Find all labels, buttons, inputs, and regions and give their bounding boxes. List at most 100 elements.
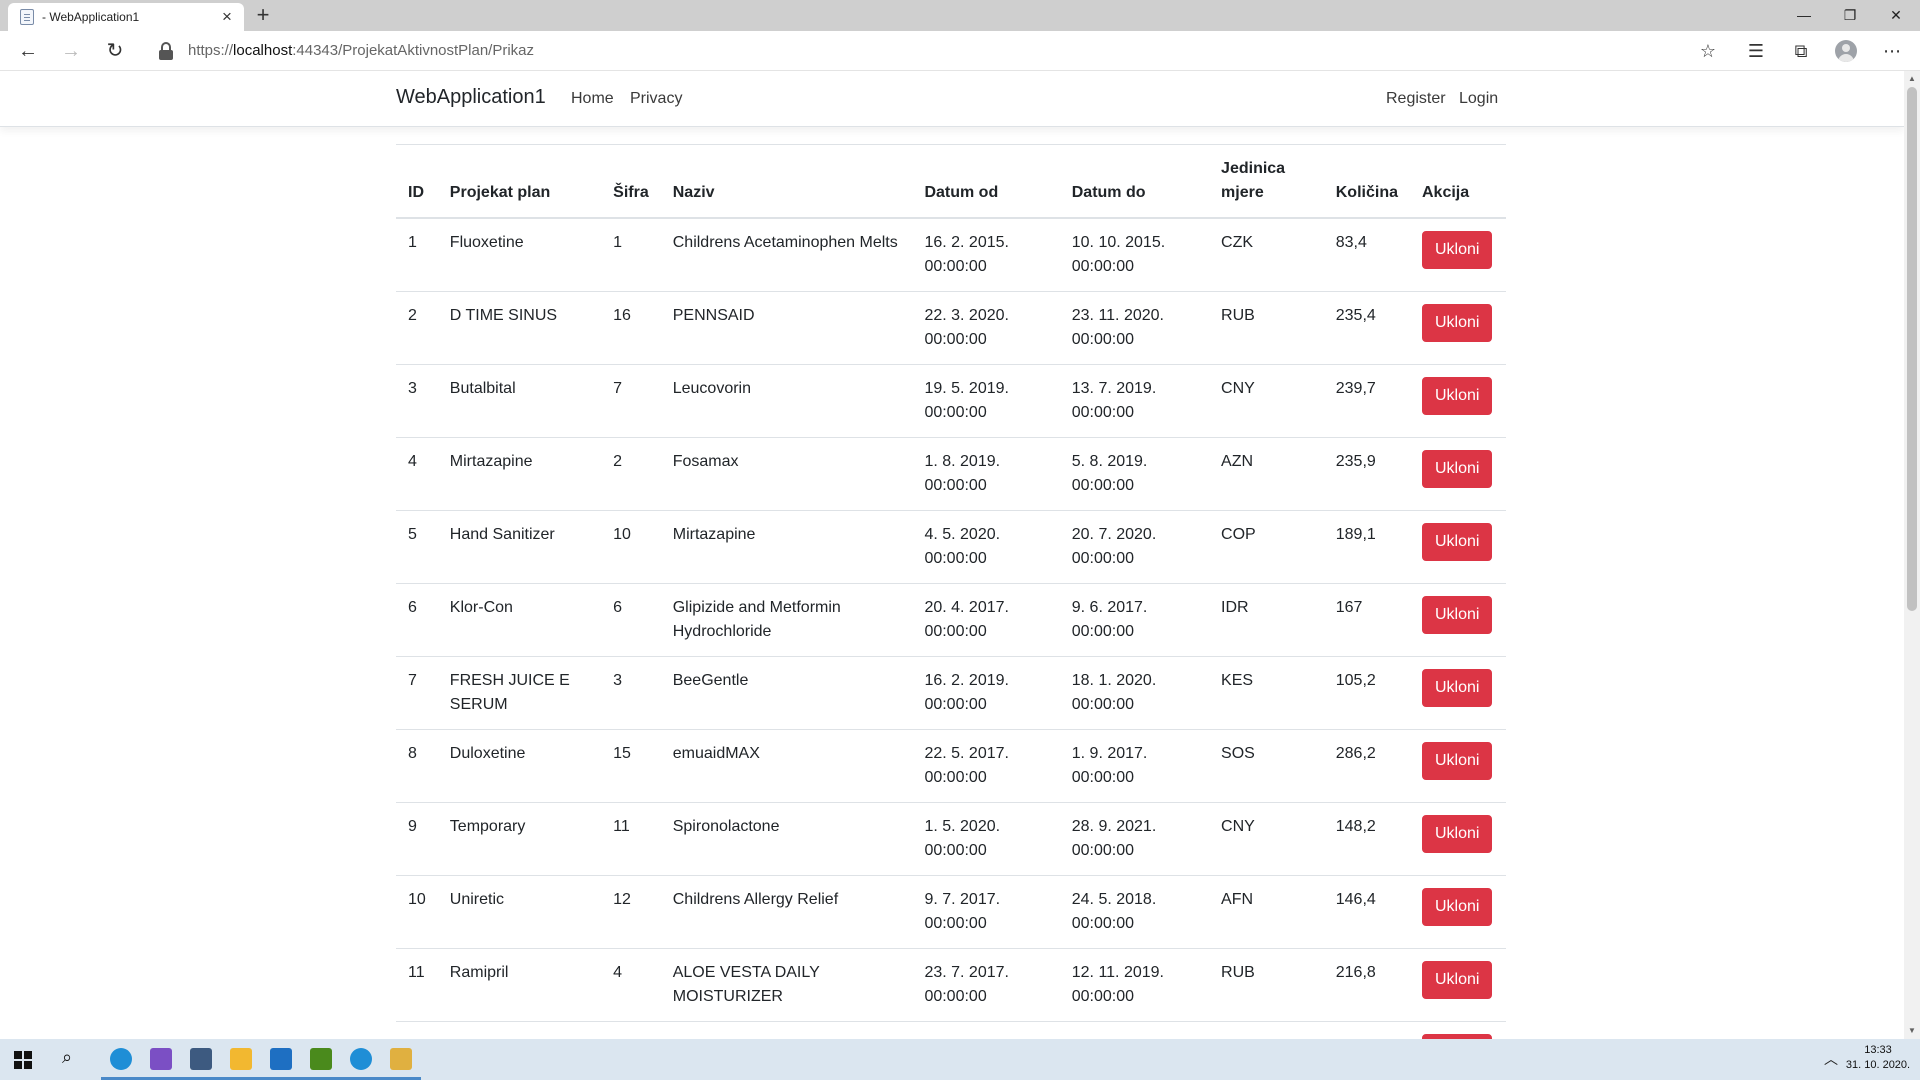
cell-naziv: Mirtazapine <box>660 510 913 584</box>
ukloni-button[interactable]: Ukloni <box>1421 742 1493 780</box>
back-button[interactable]: ← <box>13 37 43 65</box>
ukloni-button[interactable]: Ukloni <box>1421 596 1493 634</box>
cell-datum-do: 1. 9. 2017. 00:00:00 <box>1059 729 1210 803</box>
refresh-button[interactable]: ↻ <box>100 37 130 65</box>
scroll-up-arrow-icon[interactable]: ▲ <box>1904 71 1920 87</box>
table-header-row: ID Projekat plan Šifra Naziv Datum od Da… <box>396 144 1506 219</box>
cell-projekat-plan: Butalbital <box>437 364 602 438</box>
ukloni-button[interactable]: Ukloni <box>1421 523 1493 561</box>
cell-naziv <box>660 1021 913 1039</box>
table-row: Ukloni <box>396 1021 1506 1039</box>
cell-sifra: 16 <box>601 291 661 365</box>
cell-kolicina: 83,4 <box>1323 217 1410 292</box>
tray-chevron-up-icon[interactable]: ︿ <box>1824 1049 1838 1069</box>
cell-id: 6 <box>396 583 438 657</box>
cell-jedinica-mjere: KES <box>1209 656 1324 730</box>
header-sifra: Šifra <box>601 144 661 219</box>
clock-date: 31. 10. 2020. <box>1845 1059 1911 1071</box>
nav-privacy[interactable]: Privacy <box>630 90 682 108</box>
ukloni-button[interactable]: Ukloni <box>1421 450 1493 488</box>
browser-tab-strip: - WebApplication1 × + — ❐ ✕ <box>0 0 1920 31</box>
header-akcija: Akcija <box>1409 144 1506 219</box>
windows-taskbar: ⌕ ︿ 13:33 31. 10. 2020. <box>0 1039 1920 1080</box>
site-brand[interactable]: WebApplication1 <box>396 86 546 109</box>
ukloni-button[interactable]: Ukloni <box>1421 669 1493 707</box>
table-row: 4 Mirtazapine 2 Fosamax 1. 8. 2019. 00:00:00… <box>396 437 1506 511</box>
minimize-button[interactable]: — <box>1781 0 1827 31</box>
cell-jedinica-mjere: CNY <box>1209 364 1324 438</box>
cell-id: 2 <box>396 291 438 365</box>
photos-icon <box>270 1048 292 1070</box>
start-button[interactable] <box>0 1039 48 1080</box>
cell-kolicina: 105,2 <box>1323 656 1410 730</box>
cell-sifra: 7 <box>601 364 661 438</box>
header-datum-do: Datum do <box>1059 144 1210 219</box>
ukloni-button[interactable]: Ukloni <box>1421 961 1493 999</box>
ukloni-button[interactable]: Ukloni <box>1421 888 1493 926</box>
cell-kolicina: 239,7 <box>1323 364 1410 438</box>
page-scrollbar[interactable]: ▲ ▼ <box>1904 71 1920 1039</box>
ukloni-button[interactable]: Ukloni <box>1421 304 1493 342</box>
cell-datum-od: 1. 8. 2019. 00:00:00 <box>912 437 1060 511</box>
site-navbar: WebApplication1 Home Privacy Register Lo… <box>0 71 1904 127</box>
cell-kolicina: 235,9 <box>1323 437 1410 511</box>
scroll-thumb[interactable] <box>1907 87 1917 611</box>
cell-id: 3 <box>396 364 438 438</box>
forward-button[interactable]: → <box>56 37 86 65</box>
favorite-star-icon[interactable]: ☆ <box>1693 37 1723 65</box>
nav-register[interactable]: Register <box>1386 90 1446 108</box>
url-field[interactable]: https://localhost:44343/ProjekatAktivnos… <box>188 42 534 59</box>
cell-jedinica-mjere: IDR <box>1209 583 1324 657</box>
scroll-down-arrow-icon[interactable]: ▼ <box>1904 1023 1920 1039</box>
header-datum-od: Datum od <box>912 144 1060 219</box>
header-kolicina: Količina <box>1323 144 1410 219</box>
new-tab-button[interactable]: + <box>250 3 276 29</box>
cell-akcija: Ukloni <box>1409 656 1506 730</box>
lock-icon[interactable] <box>157 42 175 60</box>
browser-tab-active[interactable]: - WebApplication1 × <box>8 3 244 31</box>
cell-akcija: Ukloni <box>1409 437 1506 511</box>
cell-datum-do: 10. 10. 2015. 00:00:00 <box>1059 217 1210 292</box>
cell-jedinica-mjere: SOS <box>1209 729 1324 803</box>
cell-projekat-plan: Duloxetine <box>437 729 602 803</box>
nav-login[interactable]: Login <box>1459 90 1498 108</box>
nav-home[interactable]: Home <box>571 90 614 108</box>
search-button[interactable]: ⌕ <box>48 1039 96 1080</box>
cell-sifra <box>601 1021 661 1039</box>
favorites-icon[interactable]: ☰ <box>1741 37 1771 65</box>
ukloni-button[interactable]: Ukloni <box>1421 231 1493 269</box>
cell-akcija: Ukloni <box>1409 510 1506 584</box>
tab-close-icon[interactable]: × <box>218 8 236 26</box>
url-host: localhost <box>233 42 293 59</box>
taskbar-app-button[interactable] <box>377 1039 425 1080</box>
cell-sifra: 4 <box>601 948 661 1022</box>
cell-kolicina: 235,4 <box>1323 291 1410 365</box>
close-window-button[interactable]: ✕ <box>1873 0 1919 31</box>
cell-jedinica-mjere: AFN <box>1209 875 1324 949</box>
cell-datum-od: 16. 2. 2019. 00:00:00 <box>912 656 1060 730</box>
page-viewport: WebApplication1 Home Privacy Register Lo… <box>0 71 1904 1039</box>
cell-kolicina: 146,4 <box>1323 875 1410 949</box>
edge-icon <box>110 1048 132 1070</box>
paint-icon <box>390 1048 412 1070</box>
header-id: ID <box>396 144 438 219</box>
sql-server-management-icon <box>190 1048 212 1070</box>
cell-naziv: BeeGentle <box>660 656 913 730</box>
cell-naziv: Leucovorin <box>660 364 913 438</box>
cell-kolicina: 148,2 <box>1323 802 1410 876</box>
cell-id: 7 <box>396 656 438 730</box>
cell-projekat-plan: FRESH JUICE E SERUM <box>437 656 602 730</box>
table-row: 9 Temporary 11 Spironolactone 1. 5. 2020. 00… <box>396 802 1506 876</box>
clock-time: 13:33 <box>1864 1044 1892 1056</box>
ukloni-button[interactable]: Ukloni <box>1421 815 1493 853</box>
profile-avatar[interactable] <box>1835 40 1857 62</box>
cell-naziv: ALOE VESTA DAILY MOISTURIZER <box>660 948 913 1022</box>
ukloni-button[interactable]: Ukloni <box>1421 377 1493 415</box>
cell-sifra: 15 <box>601 729 661 803</box>
table-row: 5 Hand Sanitizer 10 Mirtazapine 4. 5. 2020. … <box>396 510 1506 584</box>
system-clock[interactable]: 13:33 31. 10. 2020. <box>1840 1043 1916 1073</box>
collections-icon[interactable]: ⧉ <box>1786 37 1816 65</box>
more-menu-icon[interactable]: ⋯ <box>1877 37 1907 65</box>
cell-sifra: 1 <box>601 217 661 292</box>
restore-button[interactable]: ❐ <box>1827 0 1873 31</box>
